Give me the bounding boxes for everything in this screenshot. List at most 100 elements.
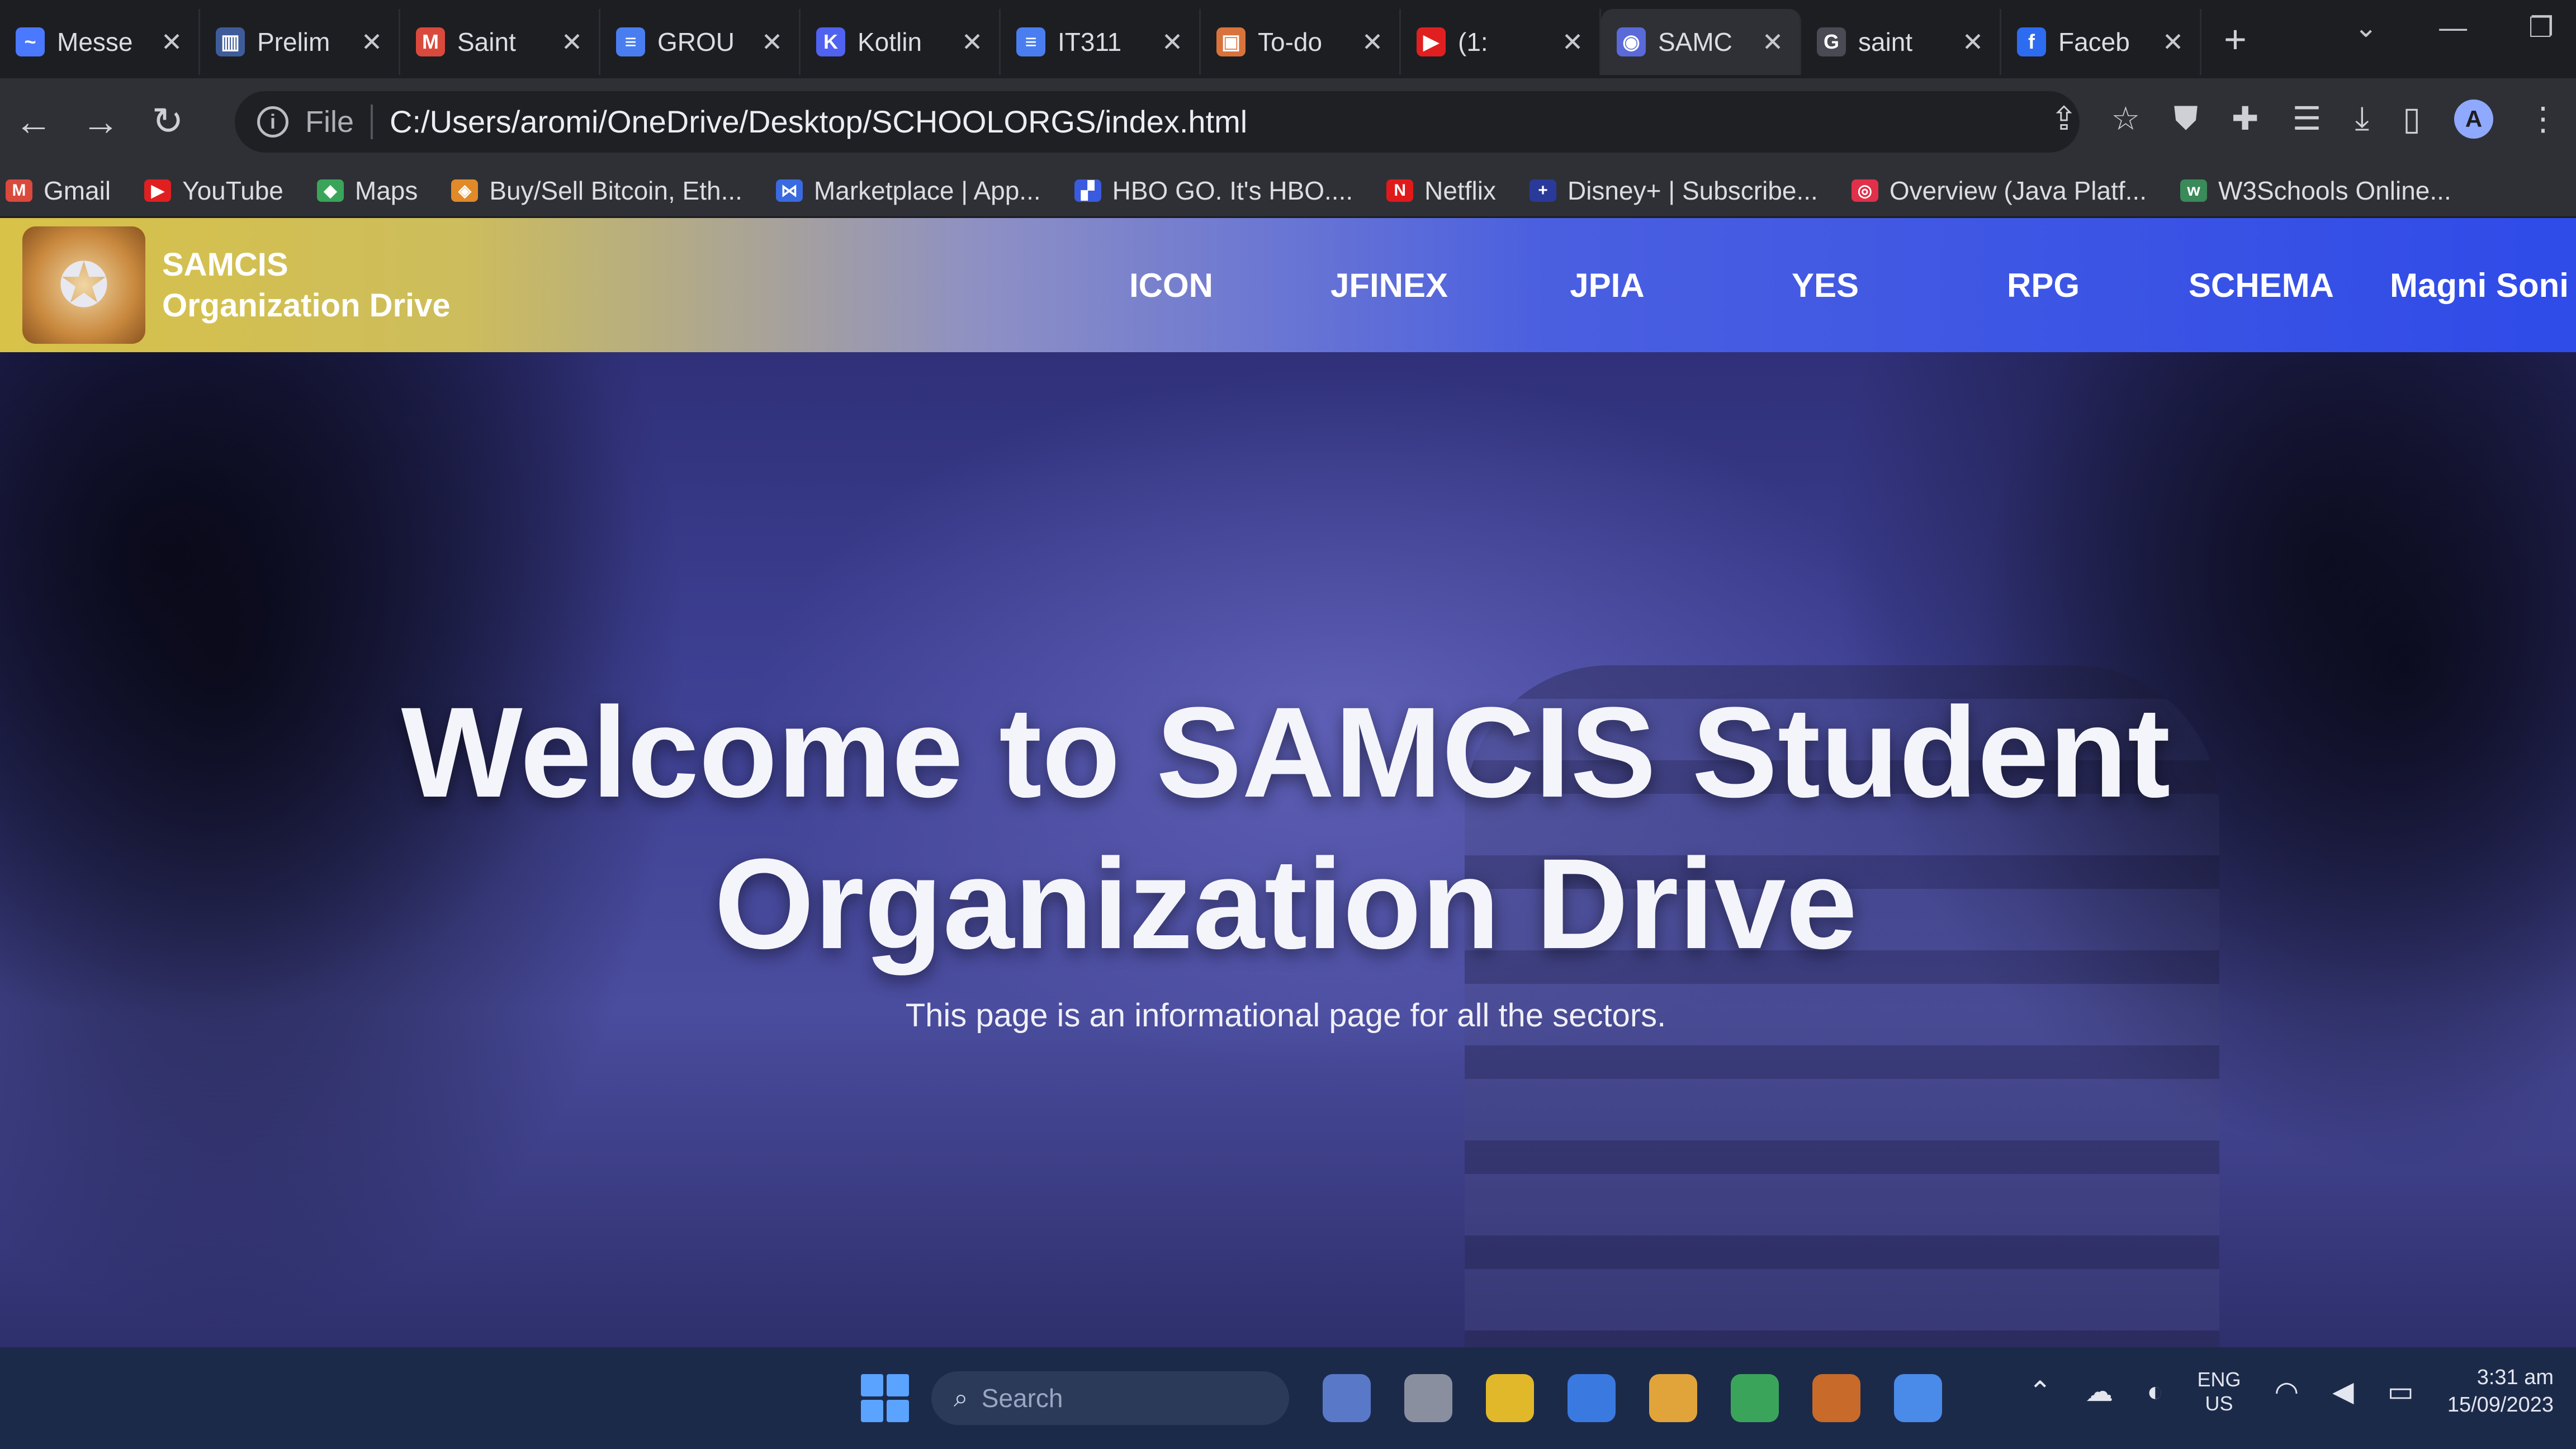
nav-link-rpg[interactable]: RPG — [1934, 266, 2152, 305]
bookmark-item[interactable]: ⋈ Marketplace | App... — [775, 176, 1041, 206]
close-icon[interactable]: ✕ — [1161, 27, 1183, 57]
chevron-up-icon[interactable]: ⌃ — [2028, 1375, 2052, 1408]
tab-title: Messe — [57, 27, 133, 56]
bookmark-item[interactable]: N Netflix — [1386, 176, 1496, 206]
browser-tab[interactable]: G saint ✕ — [1801, 9, 2001, 75]
globe-icon: ◉ — [1617, 27, 1646, 56]
volume-icon[interactable]: ◀ — [2332, 1375, 2354, 1408]
close-icon[interactable]: ✕ — [761, 27, 783, 57]
nav-link-magni-soni[interactable]: Magni Soni — [2370, 266, 2576, 305]
tab-title: saint — [1858, 27, 1913, 56]
nav-link-jpia[interactable]: JPIA — [1498, 266, 1716, 305]
exchange-icon: ◈ — [451, 179, 479, 202]
browser-tab[interactable]: ▶ (1: ✕ — [1401, 9, 1601, 75]
maps-icon: ◆ — [316, 179, 344, 202]
bookmark-star-icon[interactable]: ☆ — [2111, 100, 2140, 139]
tab-title: Prelim — [257, 27, 330, 56]
taskbar-search[interactable]: ⌕ Search — [931, 1371, 1289, 1425]
address-bar[interactable]: i File C:/Users/aromi/OneDrive/Desktop/S… — [235, 91, 2080, 153]
task-view-icon[interactable] — [1404, 1374, 1452, 1422]
close-icon[interactable]: ✕ — [1361, 27, 1384, 57]
security-icon[interactable]: ◐ — [2147, 1375, 2163, 1408]
store-icon[interactable] — [1568, 1374, 1616, 1422]
nav-link-yes[interactable]: YES — [1716, 266, 1934, 305]
close-icon[interactable]: ✕ — [2162, 27, 2184, 57]
minimize-icon[interactable]: — — [2439, 11, 2467, 44]
sticky-notes-icon[interactable] — [1486, 1374, 1534, 1422]
bookmark-item[interactable]: M Gmail — [6, 176, 111, 206]
bookmark-item[interactable]: ▶ YouTube — [144, 176, 283, 206]
docs-icon: ≡ — [616, 27, 645, 56]
share-icon[interactable]: ⇪ — [2051, 100, 2078, 139]
bookmark-item[interactable]: w W3Schools Online... — [2180, 176, 2451, 206]
profile-avatar[interactable]: A — [2454, 100, 2493, 139]
extension-shield-icon[interactable]: ⛊ — [2174, 100, 2198, 139]
close-icon[interactable]: ✕ — [561, 27, 583, 57]
bookmark-item[interactable]: ◈ Buy/Sell Bitcoin, Eth... — [451, 176, 742, 206]
close-icon[interactable]: ✕ — [1761, 27, 1784, 57]
tab-title: IT311 — [1058, 27, 1122, 56]
web-page: ✪ SAMCIS Organization Drive ICON JFINEX … — [0, 218, 2576, 1347]
chrome-icon[interactable] — [1731, 1374, 1779, 1422]
search-placeholder: Search — [981, 1384, 1063, 1413]
trello-icon: ▥ — [216, 27, 245, 56]
disney-icon: + — [1529, 179, 1556, 202]
browser-tab[interactable]: f Faceb ✕ — [2001, 9, 2201, 75]
bookmark-label: Disney+ | Subscribe... — [1567, 176, 1818, 205]
reload-icon[interactable]: ↻ — [134, 100, 201, 144]
tab-search-icon[interactable]: ⌄ — [2354, 11, 2378, 44]
browser-tab[interactable]: ▥ Prelim ✕ — [200, 9, 400, 75]
close-icon[interactable]: ✕ — [361, 27, 383, 57]
site-brand[interactable]: SAMCIS Organization Drive — [162, 246, 451, 324]
onedrive-icon[interactable]: ☁ — [2085, 1375, 2113, 1408]
windows-start-icon[interactable] — [861, 1374, 909, 1422]
bookmark-label: YouTube — [182, 176, 283, 205]
menu-kebab-icon[interactable]: ⋮ — [2527, 100, 2559, 139]
close-icon[interactable]: ✕ — [961, 27, 983, 57]
extensions-puzzle-icon[interactable]: ✚ — [2232, 100, 2259, 139]
docs-icon: ≡ — [1016, 27, 1045, 56]
bookmark-item[interactable]: ▞ HBO GO. It's HBO.... — [1074, 176, 1353, 206]
app-icon[interactable] — [1812, 1374, 1860, 1422]
nav-link-icon[interactable]: ICON — [1062, 266, 1280, 305]
new-tab-plus-icon[interactable]: + — [2224, 17, 2247, 61]
hbo-icon: ▞ — [1074, 179, 1101, 202]
nav-link-schema[interactable]: SCHEMA — [2152, 266, 2370, 305]
samcis-logo[interactable]: ✪ — [22, 226, 145, 344]
toolbar-actions: ⇪ ☆ ⛊ ✚ ☰ ⤓ ▯ A ⋮ — [2051, 100, 2559, 139]
battery-icon[interactable]: ▭ — [2388, 1375, 2414, 1408]
close-icon[interactable]: ✕ — [1962, 27, 1984, 57]
messenger-icon: ~ — [16, 27, 45, 56]
bookmark-item[interactable]: + Disney+ | Subscribe... — [1529, 176, 1818, 206]
file-explorer-icon[interactable] — [1649, 1374, 1697, 1422]
browser-tab[interactable]: ◉ SAMC ✕ — [1601, 9, 1801, 75]
java-icon: ◎ — [1851, 179, 1878, 202]
copilot-icon[interactable] — [1323, 1374, 1371, 1422]
reading-list-icon[interactable]: ☰ — [2292, 100, 2321, 139]
bookmark-item[interactable]: ◆ Maps — [316, 176, 418, 206]
url-text[interactable]: C:/Users/aromi/OneDrive/Desktop/SCHOOLOR… — [390, 103, 1247, 140]
nav-link-jfinex[interactable]: JFINEX — [1280, 266, 1498, 305]
forward-icon[interactable]: → — [67, 100, 134, 144]
language-indicator[interactable]: ENG US — [2197, 1367, 2241, 1415]
back-icon[interactable]: ← — [0, 100, 67, 144]
close-icon[interactable]: ✕ — [160, 27, 183, 57]
browser-tab[interactable]: M Saint ✕ — [400, 9, 600, 75]
side-panel-icon[interactable]: ▯ — [2403, 100, 2421, 139]
brand-subtitle: Organization Drive — [162, 287, 451, 324]
clock[interactable]: 3:31 am 15/09/2023 — [2447, 1364, 2554, 1419]
download-icon[interactable]: ⤓ — [2355, 100, 2369, 139]
bookmark-item[interactable]: ◎ Overview (Java Platf... — [1851, 176, 2147, 206]
info-icon[interactable]: i — [257, 106, 288, 138]
close-icon[interactable]: ✕ — [1561, 27, 1584, 57]
wifi-icon[interactable]: ◠ — [2274, 1375, 2299, 1408]
browser-tab[interactable]: ▣ To-do ✕ — [1201, 9, 1401, 75]
browser-tab[interactable]: ≡ GROU ✕ — [600, 9, 801, 75]
notepad-icon[interactable] — [1894, 1374, 1942, 1422]
browser-tab[interactable]: ≡ IT311 ✕ — [1001, 9, 1201, 75]
browser-tab[interactable]: K Kotlin ✕ — [801, 9, 1001, 75]
browser-tab[interactable]: ~ Messe ✕ — [0, 9, 200, 75]
restore-icon[interactable]: ❐ — [2528, 11, 2554, 44]
bookmark-label: Marketplace | App... — [813, 176, 1041, 205]
system-tray: ⌃ ☁ ◐ ENG US ◠ ◀ ▭ 3:31 am 15/09/2023 — [2028, 1364, 2554, 1419]
